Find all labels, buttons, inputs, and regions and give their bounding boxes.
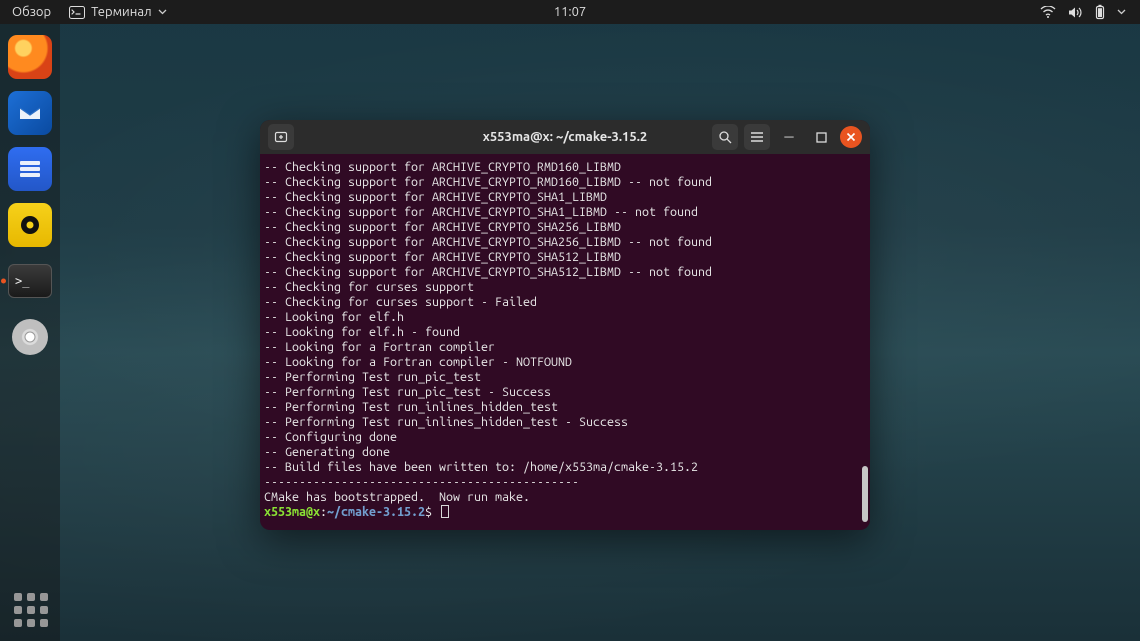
terminal-icon: >_: [8, 264, 52, 298]
chevron-down-icon: [158, 9, 167, 15]
battery-icon: [1095, 4, 1105, 20]
search-icon: [718, 130, 732, 144]
activities-button[interactable]: Обзор: [12, 5, 51, 19]
window-titlebar[interactable]: x553ma@x: ~/cmake-3.15.2 ─: [260, 120, 870, 154]
dock-item-rhythmbox[interactable]: [7, 202, 53, 248]
close-icon: [846, 132, 856, 142]
system-status-area[interactable]: [1040, 4, 1140, 20]
hamburger-icon: [750, 131, 764, 143]
new-tab-button[interactable]: [268, 124, 294, 150]
network-icon: [1040, 6, 1056, 18]
prompt-path: ~/cmake-3.15.2: [327, 505, 425, 519]
volume-icon: [1068, 6, 1083, 19]
maximize-button[interactable]: [808, 124, 834, 150]
search-button[interactable]: [712, 124, 738, 150]
dock: >_: [0, 24, 60, 641]
dock-item-disk[interactable]: [7, 314, 53, 360]
top-panel: Обзор Терминал 11:07: [0, 0, 1140, 24]
activities-label: Обзор: [12, 5, 51, 19]
close-button[interactable]: [840, 126, 862, 148]
dock-item-files[interactable]: [7, 146, 53, 192]
minimize-button[interactable]: ─: [776, 124, 802, 150]
clock-time: 11:07: [554, 5, 587, 19]
chevron-down-icon: [1117, 9, 1126, 15]
scrollbar-thumb[interactable]: [862, 466, 868, 522]
hamburger-menu-button[interactable]: [744, 124, 770, 150]
minimize-icon: ─: [784, 131, 793, 144]
files-icon: [8, 147, 52, 191]
cursor: [441, 505, 449, 518]
app-menu-button[interactable]: Терминал: [69, 5, 166, 19]
dock-item-thunderbird[interactable]: [7, 90, 53, 136]
maximize-icon: [816, 132, 827, 143]
prompt-user: x553ma@x: [264, 505, 320, 519]
dock-item-terminal[interactable]: >_: [7, 258, 53, 304]
app-menu-label: Терминал: [91, 5, 151, 19]
window-title: x553ma@x: ~/cmake-3.15.2: [483, 130, 647, 144]
terminal-output[interactable]: -- Checking support for ARCHIVE_CRYPTO_R…: [260, 154, 870, 530]
clock[interactable]: 11:07: [554, 5, 587, 19]
terminal-window: x553ma@x: ~/cmake-3.15.2 ─ -- Checking s…: [260, 120, 870, 530]
dock-item-firefox[interactable]: [7, 34, 53, 80]
firefox-icon: [8, 35, 52, 79]
thunderbird-icon: [8, 91, 52, 135]
terminal-menu-icon: [69, 6, 85, 19]
disk-icon: [12, 319, 48, 355]
rhythmbox-icon: [8, 203, 52, 247]
prompt-sigil: $: [425, 505, 432, 519]
